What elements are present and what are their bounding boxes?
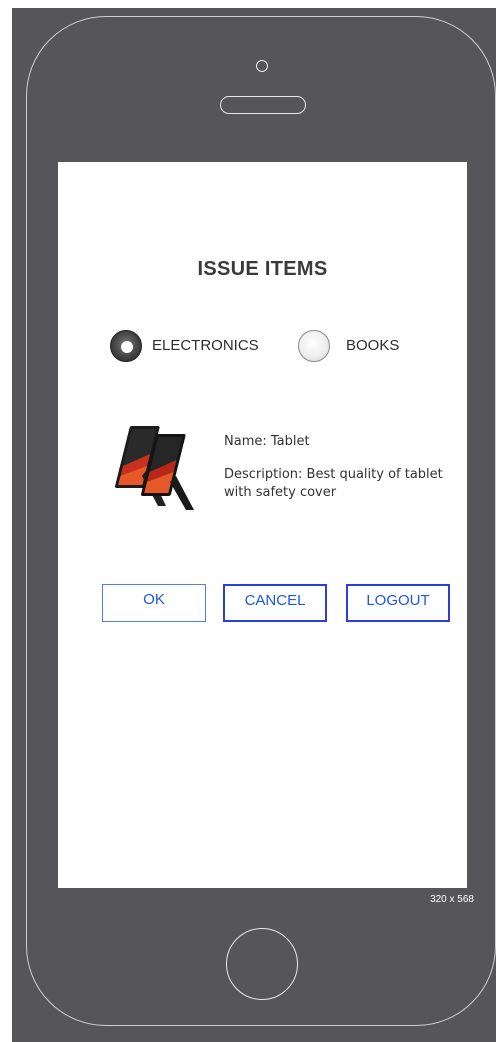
radio-books-label[interactable]: BOOKS xyxy=(346,337,399,354)
item-name: Name: Tablet xyxy=(224,434,310,449)
resolution-label: 320 x 568 xyxy=(430,894,474,905)
tablet-icon xyxy=(108,420,202,514)
cancel-button[interactable]: CANCEL xyxy=(223,584,327,622)
speaker-icon xyxy=(220,96,306,114)
item-description: Description: Best quality of tablet with… xyxy=(224,467,443,500)
ok-button[interactable]: OK xyxy=(102,584,206,622)
logout-button[interactable]: LOGOUT xyxy=(346,584,450,622)
radio-books[interactable] xyxy=(298,330,330,362)
camera-icon xyxy=(256,60,268,72)
page-title: ISSUE ITEMS xyxy=(197,258,328,280)
radio-selected-dot-icon xyxy=(121,341,133,353)
radio-electronics[interactable] xyxy=(110,330,142,362)
home-button[interactable] xyxy=(226,928,298,1000)
app-screen: ISSUE ITEMS ELECTRONICS BOOKS Name: Tabl… xyxy=(58,162,467,888)
radio-electronics-label[interactable]: ELECTRONICS xyxy=(152,337,259,354)
